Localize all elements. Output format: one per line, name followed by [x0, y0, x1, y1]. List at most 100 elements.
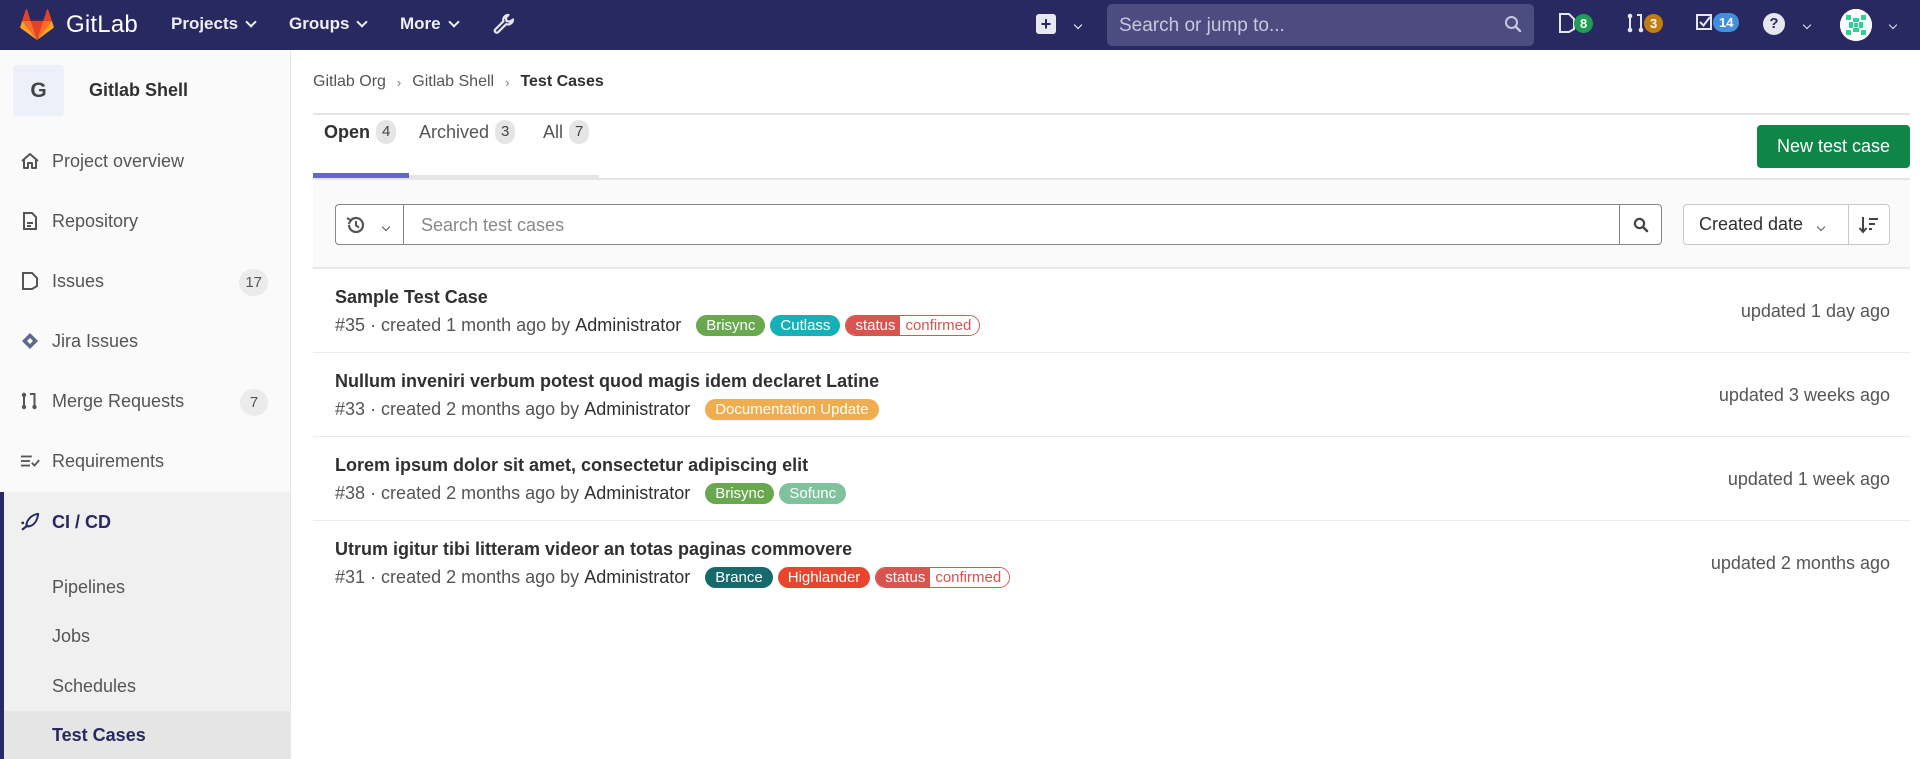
user-avatar[interactable]: [1840, 9, 1872, 41]
search-icon: [1633, 217, 1648, 232]
label-badge[interactable]: Cutlass: [770, 315, 841, 336]
nav-groups[interactable]: Groups: [289, 14, 369, 34]
help-chevron[interactable]: [1795, 13, 1812, 33]
nav-projects[interactable]: Projects: [171, 14, 257, 34]
issues-count-badge: 8: [1574, 13, 1594, 33]
tab-all[interactable]: All 7: [543, 117, 590, 147]
chevron-down-icon: [447, 15, 460, 28]
sidebar-subitem-label: Test Cases: [52, 725, 146, 745]
header-todos-link[interactable]: 14: [1695, 12, 1740, 32]
sort-by-dropdown[interactable]: Created date: [1683, 204, 1849, 245]
sidebar-item-label: Merge Requests: [52, 390, 185, 411]
sidebar-item-cicd[interactable]: CI / CD: [4, 492, 290, 552]
nav-more-label: More: [400, 14, 441, 33]
scoped-label-key: status: [846, 316, 901, 335]
test-case-title[interactable]: Nullum inveniri verbum potest quod magis…: [335, 371, 879, 392]
help-button[interactable]: ?: [1763, 13, 1785, 35]
tab-open[interactable]: Open 4: [324, 117, 397, 147]
todos-count-badge: 14: [1713, 12, 1740, 32]
project-avatar: G: [13, 65, 64, 116]
nav-more[interactable]: More: [400, 14, 460, 34]
created-text: · created 2 months ago by: [370, 567, 580, 587]
project-sidebar: G Gitlab Shell Project overview Reposito…: [0, 50, 291, 759]
label-badge[interactable]: Brisync: [696, 315, 766, 336]
author-link[interactable]: Administrator: [584, 567, 690, 588]
scoped-label-badge[interactable]: status confirmed: [875, 567, 1011, 588]
sort-lowest-icon: [1858, 216, 1878, 234]
recent-searches-dropdown[interactable]: [335, 204, 403, 245]
updated-time: updated 2 months ago: [1710, 553, 1890, 573]
home-icon: [20, 151, 40, 171]
admin-wrench-icon[interactable]: [492, 13, 516, 37]
plus-icon: +: [1040, 14, 1052, 34]
user-menu-chevron[interactable]: [1881, 13, 1898, 33]
global-search-input[interactable]: Search or jump to...: [1107, 4, 1534, 46]
list-item: Utrum igitur tibi litteram videor an tot…: [313, 520, 1910, 604]
test-case-title[interactable]: Utrum igitur tibi litteram videor an tot…: [335, 539, 852, 560]
sidebar-subitem-test-cases[interactable]: Test Cases: [4, 711, 290, 759]
nav-groups-label: Groups: [289, 14, 350, 33]
label-badge[interactable]: Brisync: [705, 483, 775, 504]
top-navbar: GitLab Projects Groups More + Search or …: [0, 0, 1920, 50]
chevron-down-icon: [1888, 20, 1898, 30]
labels: Brisync Cutlass status confirmed: [696, 315, 985, 336]
updated-time: updated 3 weeks ago: [1718, 385, 1890, 405]
sidebar-item-merge-requests[interactable]: Merge Requests 7: [0, 377, 290, 425]
gitlab-logo-link[interactable]: GitLab: [20, 8, 138, 42]
scoped-label-badge[interactable]: status confirmed: [845, 315, 981, 336]
sidebar-item-issues[interactable]: Issues 17: [0, 257, 290, 305]
breadcrumb-current[interactable]: Test Cases: [520, 73, 603, 91]
identicon-avatar-icon: [1840, 9, 1872, 41]
search-test-cases-input[interactable]: Search test cases: [403, 204, 1620, 245]
new-dropdown-chevron[interactable]: [1066, 13, 1083, 33]
list-item: Sample Test Case #35 · created 1 month a…: [313, 268, 1910, 352]
tab-archived[interactable]: Archived 3: [419, 117, 516, 147]
sidebar-group-cicd: CI / CD Pipelines Jobs Schedules Test Ca…: [0, 492, 290, 759]
labels: Documentation Update: [705, 399, 883, 420]
sidebar-subitem-label: Jobs: [52, 626, 91, 646]
sort-direction-button[interactable]: [1848, 204, 1890, 245]
sidebar-item-project-overview[interactable]: Project overview: [0, 137, 290, 185]
doc-icon: [20, 211, 40, 231]
author-link[interactable]: Administrator: [584, 399, 690, 420]
new-test-case-button[interactable]: New test case: [1757, 125, 1910, 168]
tab-label: Archived: [419, 121, 490, 142]
sidebar-item-requirements[interactable]: Requirements: [0, 437, 290, 485]
merge-request-icon: [1627, 13, 1644, 33]
test-case-title[interactable]: Lorem ipsum dolor sit amet, consectetur …: [335, 455, 808, 476]
sidebar-subitem-schedules[interactable]: Schedules: [4, 662, 290, 711]
sidebar-item-repository[interactable]: Repository: [0, 197, 290, 245]
sidebar-subitem-pipelines[interactable]: Pipelines: [4, 563, 290, 612]
label-badge[interactable]: Brance: [705, 567, 773, 588]
global-search-placeholder: Search or jump to...: [1119, 15, 1285, 36]
history-icon: [346, 216, 365, 233]
requirements-icon: [20, 451, 40, 471]
header-merge-requests-link[interactable]: 3: [1626, 12, 1664, 34]
label-badge[interactable]: Sofunc: [779, 483, 847, 504]
merge-requests-count-badge: 3: [1644, 13, 1664, 33]
chevron-down-icon: [356, 15, 369, 28]
scoped-label-value: confirmed: [930, 568, 1010, 587]
search-button[interactable]: [1619, 204, 1662, 245]
search-placeholder: Search test cases: [421, 215, 565, 235]
sidebar-item-jira-issues[interactable]: Jira Issues: [0, 317, 290, 365]
header-issues-link[interactable]: 8: [1558, 12, 1594, 34]
labels: Brance Highlander status confirmed: [705, 567, 1015, 588]
list-item: Nullum inveniri verbum potest quod magis…: [313, 352, 1910, 436]
test-case-title[interactable]: Sample Test Case: [335, 287, 488, 308]
author-link[interactable]: Administrator: [584, 483, 690, 504]
labels: Brisync Sofunc: [705, 483, 851, 504]
breadcrumb-gitlab-org[interactable]: Gitlab Org: [313, 73, 386, 91]
rocket-icon: [20, 512, 40, 532]
label-badge[interactable]: Highlander: [777, 567, 871, 588]
sidebar-project-link[interactable]: G Gitlab Shell: [13, 65, 188, 116]
new-dropdown-button[interactable]: +: [1036, 14, 1056, 34]
sidebar-subitem-jobs[interactable]: Jobs: [4, 612, 290, 661]
author-link[interactable]: Administrator: [575, 315, 681, 336]
divider: [313, 113, 1910, 115]
sidebar-item-label: Repository: [52, 210, 139, 231]
label-badge[interactable]: Documentation Update: [705, 399, 879, 420]
breadcrumb: Gitlab Org › Gitlab Shell › Test Cases: [313, 71, 604, 93]
breadcrumb-gitlab-shell[interactable]: Gitlab Shell: [412, 73, 494, 91]
breadcrumb-separator: ›: [505, 74, 510, 90]
